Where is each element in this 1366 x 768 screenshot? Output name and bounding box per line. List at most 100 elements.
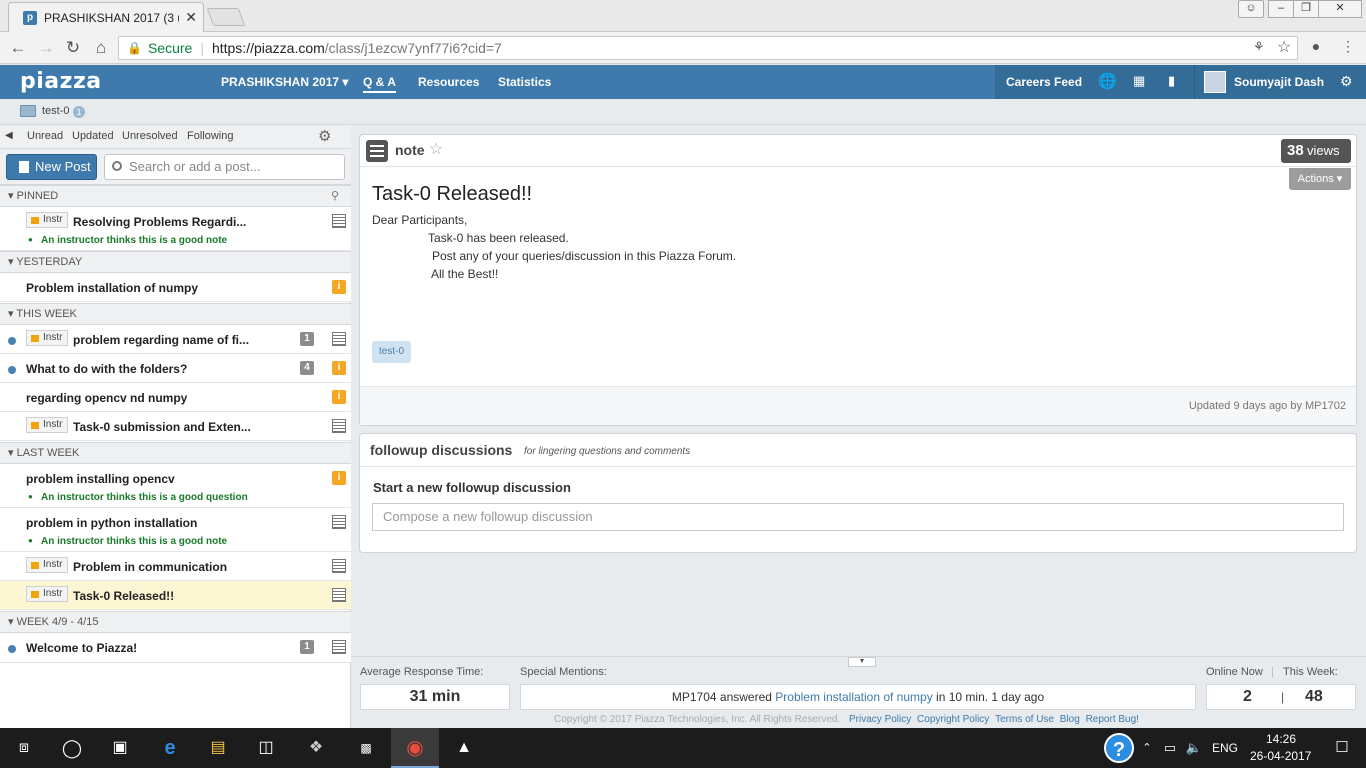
post-title: problem installing opencv (26, 472, 175, 486)
section-last-week[interactable]: ▾ LAST WEEK (0, 442, 351, 464)
list-item[interactable]: problem in python installation ● An inst… (0, 508, 351, 552)
collapse-footer-icon[interactable]: ▼ (848, 657, 876, 667)
photos-icon[interactable]: ▲ (440, 728, 488, 768)
online-label: Online Now (1206, 666, 1263, 678)
edge-icon[interactable]: e (146, 728, 194, 768)
battery-icon[interactable]: ▭ (1160, 728, 1180, 768)
folder-tag[interactable]: test-0 (372, 341, 412, 363)
filter-unread[interactable]: Unread (27, 130, 63, 142)
filter-updated[interactable]: Updated (72, 130, 114, 142)
store-icon[interactable]: ◫ (242, 728, 290, 768)
piazza-favicon-icon: p (23, 10, 37, 25)
browser-tab[interactable]: p PRASHIKSHAN 2017 (3 u ✕ (8, 2, 204, 32)
list-item-selected[interactable]: Instr Task-0 Released!! (0, 581, 351, 610)
list-item[interactable]: Instr Problem in communication (0, 552, 351, 581)
list-item[interactable]: Welcome to Piazza! 1 (0, 633, 351, 663)
actions-button[interactable]: Actions ▾ (1289, 168, 1351, 190)
user-name[interactable]: Soumyajit Dash (1234, 75, 1324, 89)
address-bar[interactable]: 🔒 Secure | https://piazza.com/class/j1ez… (118, 36, 1298, 60)
minimize-icon[interactable]: – (1268, 0, 1294, 18)
cmd-icon[interactable]: ▩ (342, 728, 390, 768)
careers-feed-link[interactable]: Careers Feed (1006, 75, 1082, 89)
show-hidden-icons-icon[interactable]: ⌃ (1140, 728, 1154, 768)
question-icon: i (332, 280, 346, 294)
list-item[interactable]: regarding opencv nd numpy i (0, 383, 351, 412)
settings-gear-icon[interactable]: ⚙ (1340, 73, 1353, 90)
search-input[interactable]: Search or add a post... (104, 154, 345, 180)
section-label: LAST WEEK (16, 447, 80, 459)
mention-link[interactable]: Problem installation of numpy (775, 690, 932, 704)
section-yesterday[interactable]: ▾ YESTERDAY (0, 251, 351, 273)
list-item[interactable]: Instr Task-0 submission and Exten... (0, 412, 351, 441)
section-this-week[interactable]: ▾ THIS WEEK (0, 303, 351, 325)
report-bug-link[interactable]: Report Bug! (1086, 714, 1139, 725)
unread-count-badge: 1 (300, 640, 314, 654)
unread-dot (8, 366, 16, 374)
privacy-policy-link[interactable]: Privacy Policy (849, 714, 911, 725)
close-window-icon[interactable]: ✕ (1318, 0, 1362, 18)
back-icon[interactable]: ← (8, 38, 28, 58)
list-item[interactable]: What to do with the folders? 4 i (0, 354, 351, 383)
section-label: THIS WEEK (16, 308, 77, 320)
post-title: regarding opencv nd numpy (26, 391, 188, 405)
cortana-icon[interactable]: ◯ (48, 728, 96, 768)
views-label: views (1307, 143, 1340, 158)
list-item[interactable]: Problem installation of numpy i (0, 273, 351, 302)
note-icon (332, 332, 346, 346)
avg-response-label: Average Response Time: (360, 666, 484, 678)
avatar[interactable] (1204, 71, 1226, 93)
reload-icon[interactable]: ↻ (63, 38, 83, 58)
extension-icon[interactable]: ● (1306, 38, 1326, 54)
calendar-icon[interactable]: ▦ (1133, 73, 1145, 89)
new-tab-button[interactable] (206, 8, 246, 26)
list-item[interactable]: problem installing opencv ● An instructo… (0, 464, 351, 508)
piazza-logo[interactable]: piazza (20, 69, 102, 94)
action-center-icon[interactable]: ☐ (1318, 728, 1366, 768)
feed-settings-gear-icon[interactable]: ⚙ (318, 127, 331, 145)
globe-icon[interactable]: 🌐 (1098, 72, 1117, 90)
clock-time[interactable]: 14:26 (1266, 732, 1296, 746)
volume-icon[interactable]: 🔈 (1184, 728, 1204, 768)
list-item[interactable]: Instr problem regarding name of fi... 1 (0, 325, 351, 354)
blog-link[interactable]: Blog (1060, 714, 1080, 725)
star-icon[interactable]: ☆ (429, 139, 443, 159)
windows-start-icon[interactable]: ⧈ (0, 728, 48, 768)
tab-statistics[interactable]: Statistics (498, 75, 551, 89)
chrome-icon[interactable]: ◉ (391, 728, 439, 768)
course-dropdown[interactable]: PRASHIKSHAN 2017 ▾ (221, 75, 348, 89)
user-profile-icon[interactable]: ☺ (1238, 0, 1264, 18)
collapse-feed-icon[interactable]: ◀ (5, 130, 13, 141)
tab-resources[interactable]: Resources (418, 75, 479, 89)
endorsement-text: An instructor thinks this is a good note (41, 235, 228, 246)
restore-icon[interactable]: ❐ (1293, 0, 1319, 18)
tab-qa[interactable]: Q & A (363, 75, 396, 93)
windows-taskbar: ⧈ ◯ ▣ e ▤ ◫ ❖ ▩ ◉ ▲ ? ⌃ ▭ 🔈 ENG 14:26 26… (0, 728, 1366, 768)
note-header: note ☆ 38 views (360, 135, 1356, 167)
bookmark-star-icon[interactable]: ☆ (1277, 37, 1291, 57)
copyright: Copyright © 2017 Piazza Technologies, In… (554, 714, 841, 725)
section-pinned[interactable]: ▾ PINNED ⚲ (0, 185, 351, 207)
filter-unresolved[interactable]: Unresolved (122, 130, 178, 142)
task-view-icon[interactable]: ▣ (96, 728, 144, 768)
section-label: PINNED (16, 190, 59, 202)
new-post-button[interactable]: New Post (6, 154, 97, 180)
chat-icon[interactable]: ▮ (1168, 73, 1175, 89)
terms-link[interactable]: Terms of Use (995, 714, 1054, 725)
forward-icon[interactable]: → (36, 38, 56, 58)
close-tab-icon[interactable]: ✕ (185, 9, 197, 26)
clock-date[interactable]: 26-04-2017 (1250, 749, 1311, 763)
file-explorer-icon[interactable]: ▤ (194, 728, 242, 768)
help-icon[interactable]: ? (1104, 733, 1134, 763)
followup-compose-input[interactable]: Compose a new followup discussion (372, 503, 1344, 531)
home-icon[interactable]: ⌂ (91, 38, 111, 58)
dropbox-icon[interactable]: ❖ (292, 728, 340, 768)
filter-following[interactable]: Following (187, 130, 233, 142)
list-item[interactable]: Instr Resolving Problems Regardi... ● An… (0, 207, 351, 251)
menu-icon[interactable]: ⋮ (1338, 38, 1358, 55)
section-week[interactable]: ▾ WEEK 4/9 - 4/15 (0, 611, 351, 633)
footer-links: Copyright © 2017 Piazza Technologies, In… (554, 714, 1139, 725)
copyright-policy-link[interactable]: Copyright Policy (917, 714, 989, 725)
language-indicator[interactable]: ENG (1212, 741, 1238, 755)
folder-link[interactable]: test-0 (42, 105, 70, 117)
key-icon[interactable]: ⚘ (1253, 39, 1265, 55)
